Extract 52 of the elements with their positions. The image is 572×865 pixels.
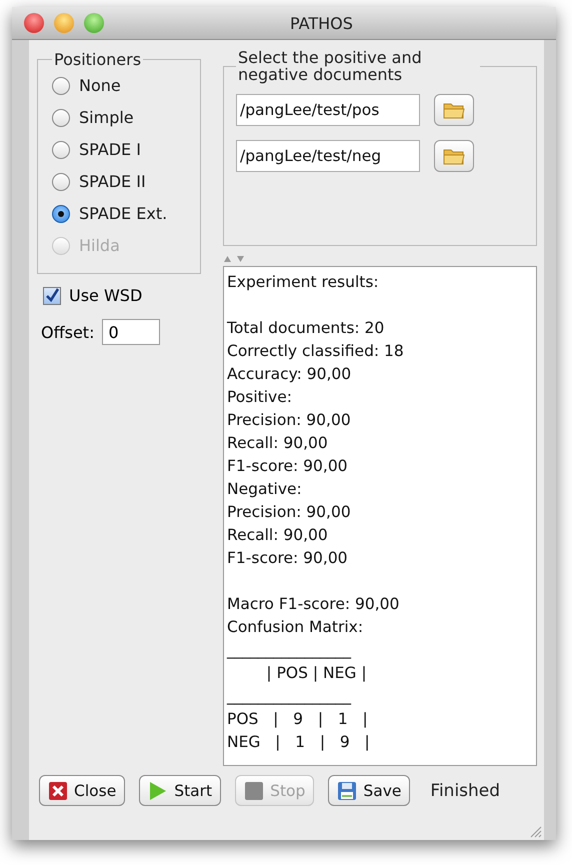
result-line: Positive: <box>227 387 292 408</box>
result-line: Macro F1-score: 90,00 <box>227 594 400 615</box>
radio-label: None <box>79 76 121 95</box>
result-line: Accuracy: 90,00 <box>227 364 352 385</box>
checkbox-label: Use WSD <box>69 286 142 305</box>
radio-button[interactable] <box>52 204 70 222</box>
radio-label: Hilda <box>79 236 120 255</box>
result-line: F1-score: 90,00 <box>227 548 348 569</box>
result-line: NEG | 1 | 9 | <box>227 732 370 753</box>
offset-field[interactable]: 0 <box>102 319 160 345</box>
radio-button[interactable] <box>52 108 70 126</box>
close-button[interactable]: Close <box>39 775 126 806</box>
offset-label: Offset: <box>41 322 94 342</box>
start-button[interactable]: Start <box>139 775 222 806</box>
result-line: ________________ <box>227 686 351 707</box>
result-line: Precision: 90,00 <box>227 410 351 431</box>
result-line: POS | 9 | 1 | <box>227 709 368 730</box>
result-line: F1-score: 90,00 <box>227 456 348 477</box>
close-icon <box>48 780 68 800</box>
split-arrows-icon[interactable] <box>223 255 247 263</box>
browse-button[interactable] <box>434 140 474 172</box>
result-line: | POS | NEG | <box>265 663 367 684</box>
stop-icon <box>244 780 264 800</box>
result-line: Negative: <box>227 479 302 500</box>
result-line: Confusion Matrix: <box>227 617 364 638</box>
result-line: Recall: 90,00 <box>227 433 328 454</box>
radio-button[interactable] <box>52 76 70 94</box>
path-field[interactable]: /pangLee/test/pos <box>236 94 420 126</box>
checkbox[interactable] <box>43 286 61 304</box>
play-icon <box>148 780 168 800</box>
result-line: Experiment results: <box>227 272 379 293</box>
radio-label: SPADE Ext. <box>79 204 168 223</box>
save-button[interactable]: Save <box>328 775 410 806</box>
radio-button[interactable] <box>52 140 70 158</box>
radio-label: SPADE II <box>79 172 146 191</box>
result-line: ________________ <box>227 640 351 661</box>
result-line: Recall: 90,00 <box>227 525 328 546</box>
result-line: Total documents: 20 <box>227 318 384 339</box>
close-window-button[interactable] <box>24 13 44 33</box>
resize-grip-icon[interactable] <box>528 824 542 838</box>
browse-button[interactable] <box>434 94 474 126</box>
result-line: Correctly classified: 18 <box>227 341 404 362</box>
path-field[interactable]: /pangLee/test/neg <box>236 140 420 172</box>
zoom-window-button[interactable] <box>84 13 104 33</box>
window-title: PATHOS <box>290 14 353 32</box>
result-line: Precision: 90,00 <box>227 502 351 523</box>
group-title: Positioners <box>53 50 142 69</box>
status-text: Finished <box>430 780 500 800</box>
group-title: Select the positive and negative documents <box>237 50 423 84</box>
radio-button[interactable] <box>52 172 70 190</box>
radio-label: Simple <box>79 108 134 127</box>
radio-label: SPADE I <box>79 140 141 159</box>
